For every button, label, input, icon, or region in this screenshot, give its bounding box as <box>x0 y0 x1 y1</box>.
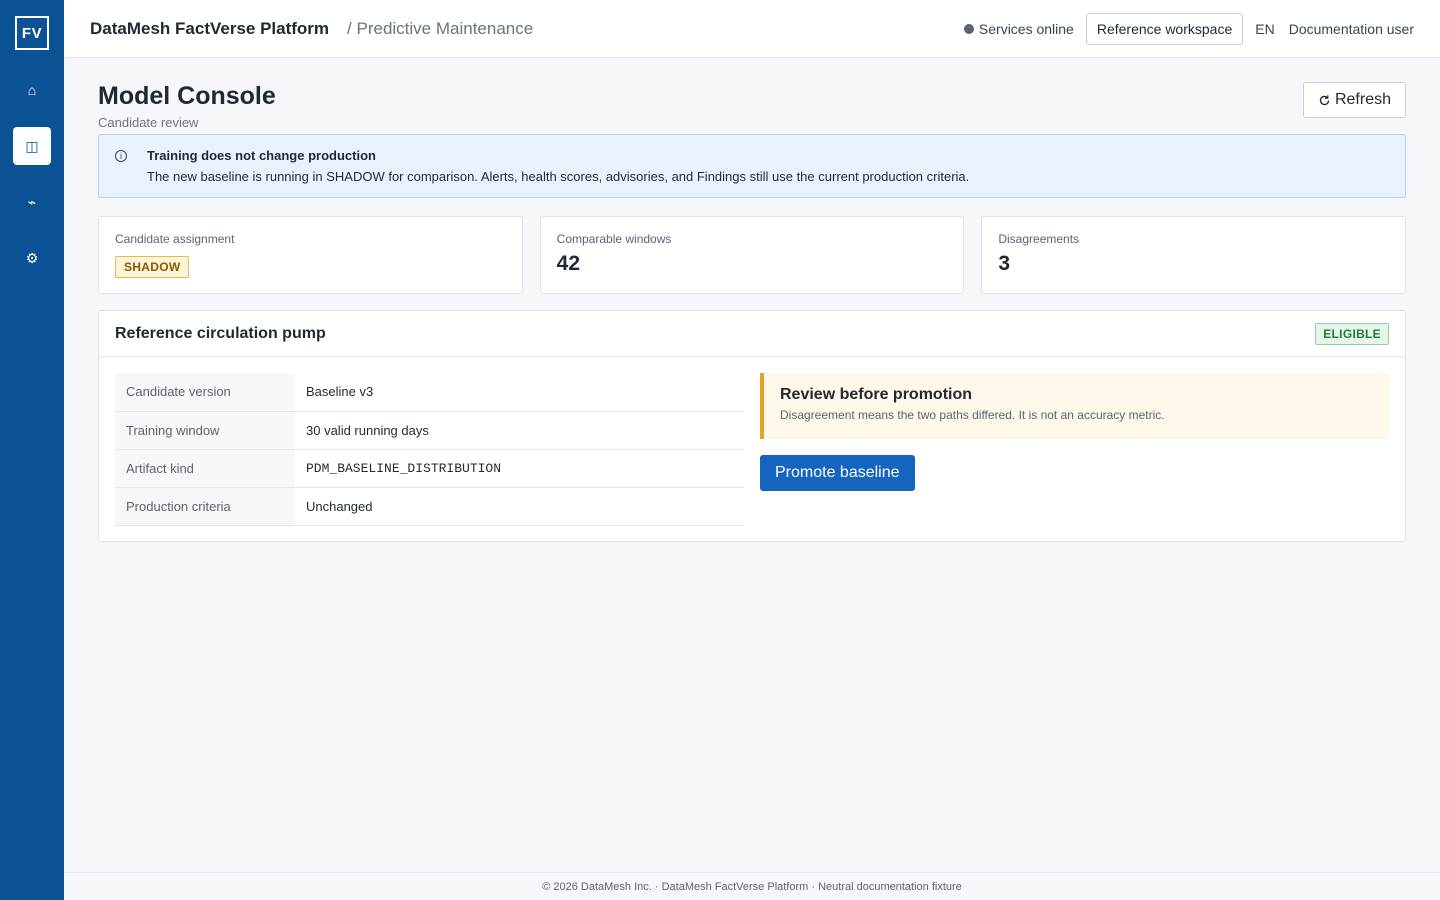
home-icon: ⌂ <box>27 82 37 98</box>
row-key: Artifact kind <box>115 449 295 488</box>
app-logo[interactable]: FV <box>15 16 49 50</box>
page-subtitle: Candidate review <box>98 115 199 130</box>
card-label: Comparable windows <box>556 232 672 246</box>
sidebar-item-model-console[interactable]: ◫ <box>13 127 51 165</box>
review-warning: Review before promotion Disagreement mea… <box>760 373 1389 439</box>
table-row: Production criteria Unchanged <box>115 487 744 526</box>
gear-icon: ⚙ <box>25 249 39 266</box>
row-key: Training window <box>115 411 295 450</box>
card-disagreements: Disagreements 3 <box>981 216 1407 294</box>
promote-baseline-button[interactable]: Promote baseline <box>760 455 915 491</box>
sidebar-item-settings[interactable]: ⚙ <box>13 239 51 277</box>
sidebar-item-signals[interactable]: ⌁ <box>13 183 51 221</box>
panel-header: Reference circulation pump ELIGIBLE <box>99 311 1405 357</box>
main-content: Model Console Candidate review Refresh i… <box>98 82 1407 542</box>
table-row: Candidate version Baseline v3 <box>115 373 744 412</box>
status-badge-shadow: SHADOW <box>115 256 190 278</box>
refresh-label: Refresh <box>1334 91 1391 108</box>
panel-title: Reference circulation pump <box>115 324 326 342</box>
workspace-button[interactable]: Reference workspace <box>1085 12 1244 45</box>
page-title: Model Console <box>98 82 276 110</box>
header-right: Services online Reference workspace EN D… <box>963 12 1414 45</box>
card-label: Disagreements <box>998 232 1080 246</box>
footer-text: © 2026 DataMesh Inc. · DataMesh FactVers… <box>542 880 962 893</box>
brand-name[interactable]: DataMesh FactVerse Platform <box>90 19 329 39</box>
signal-icon: ⌁ <box>27 193 37 210</box>
status-dot-icon <box>963 23 974 34</box>
warning-text: Disagreement means the two paths differe… <box>780 408 1165 422</box>
card-candidate-assignment: Candidate assignment SHADOW <box>98 216 523 294</box>
status-badge-eligible: ELIGIBLE <box>1315 322 1389 345</box>
status-text: Services online <box>978 20 1074 37</box>
sidebar-item-home[interactable]: ⌂ <box>13 71 51 109</box>
model-console-icon: ◫ <box>25 137 39 154</box>
asset-panel: Reference circulation pump ELIGIBLE Cand… <box>98 310 1406 542</box>
card-comparable-windows: Comparable windows 42 <box>539 216 965 294</box>
row-value: Baseline v3 <box>295 373 744 412</box>
table-row: Training window 30 valid running days <box>115 411 744 450</box>
info-notice: i Training does not change production Th… <box>98 134 1406 198</box>
row-key: Production criteria <box>115 487 295 526</box>
info-title: Training does not change production <box>147 148 376 163</box>
row-value: 30 valid running days <box>295 411 744 450</box>
card-value: 42 <box>556 252 581 275</box>
card-label: Candidate assignment <box>115 232 235 246</box>
top-header: DataMesh FactVerse Platform / Predictive… <box>64 0 1440 58</box>
refresh-button[interactable]: Refresh <box>1302 82 1406 118</box>
info-text: The new baseline is running in SHADOW fo… <box>147 169 970 184</box>
sidebar: FV ⌂ ◫ ⌁ ⚙ <box>0 0 64 900</box>
row-value: PDM_BASELINE_DISTRIBUTION <box>295 449 744 488</box>
row-value: Unchanged <box>295 487 744 526</box>
warning-title: Review before promotion <box>780 386 973 403</box>
breadcrumb[interactable]: / Predictive Maintenance <box>347 19 533 39</box>
footer: © 2026 DataMesh Inc. · DataMesh FactVers… <box>64 872 1440 900</box>
row-key: Candidate version <box>115 373 295 412</box>
language-switch[interactable]: EN <box>1255 21 1274 37</box>
title-row: Model Console Candidate review Refresh <box>98 82 1406 134</box>
refresh-icon <box>1319 94 1330 105</box>
service-status: Services online <box>963 20 1074 37</box>
info-icon: i <box>115 150 127 162</box>
user-menu[interactable]: Documentation user <box>1289 21 1414 37</box>
details-table: Candidate version Baseline v3 Training w… <box>115 373 744 526</box>
table-row: Artifact kind PDM_BASELINE_DISTRIBUTION <box>115 449 744 488</box>
summary-cards: Candidate assignment SHADOW Comparable w… <box>98 216 1407 294</box>
card-value: 3 <box>998 252 1011 275</box>
